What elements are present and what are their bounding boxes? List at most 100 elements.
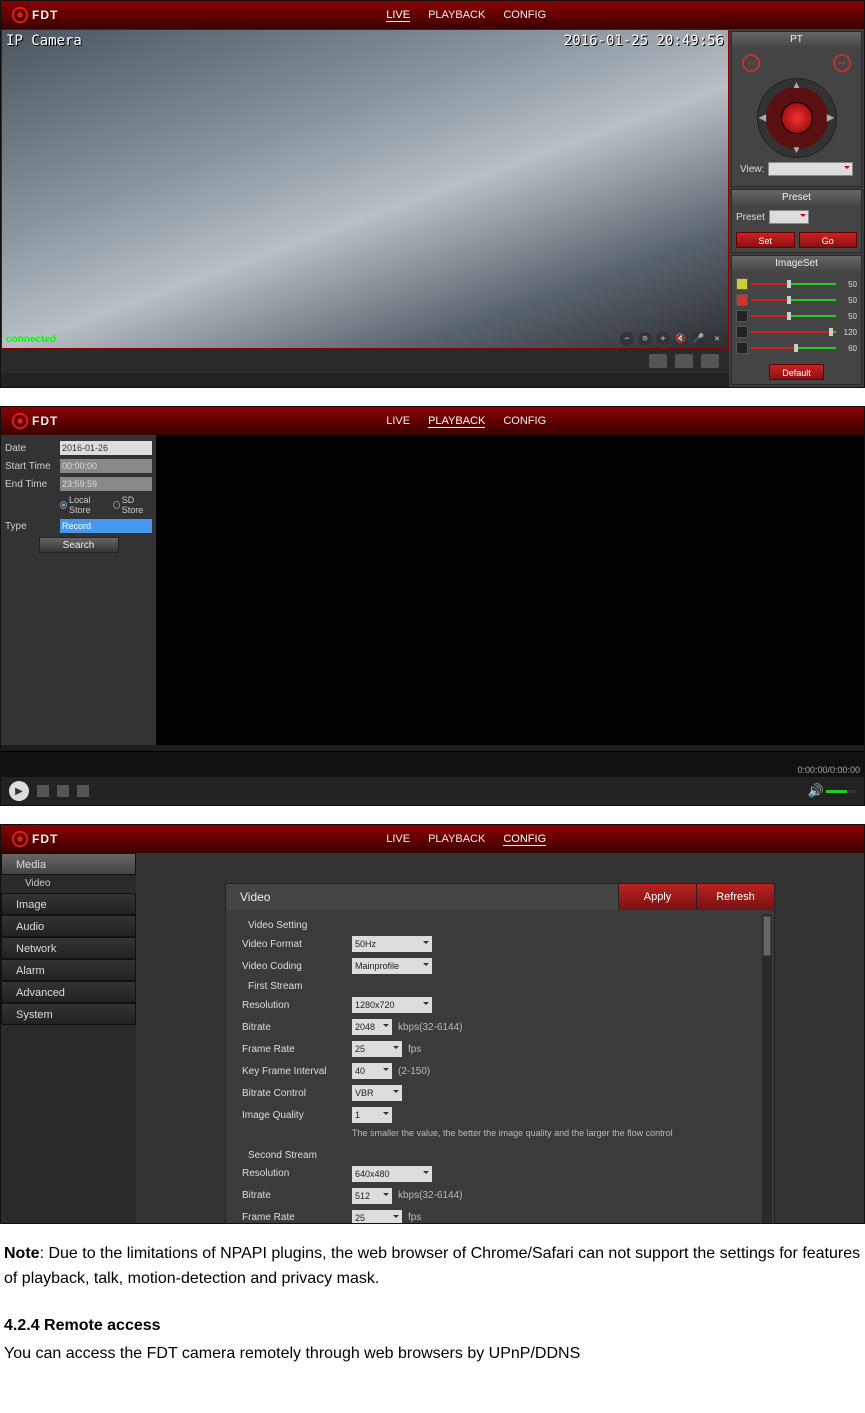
tab-config[interactable]: CONFIG	[503, 833, 546, 846]
bitrate2-input[interactable]: 512	[352, 1188, 392, 1204]
brand-logo: FDT	[1, 830, 68, 848]
keyframe-input[interactable]: 40	[352, 1063, 392, 1079]
pt-right-end-icon[interactable]: ↦	[833, 54, 851, 72]
imageset-default-button[interactable]: Default	[769, 364, 824, 380]
group-first-stream: First Stream	[242, 977, 758, 994]
tab-live[interactable]: LIVE	[386, 9, 410, 22]
tab-live[interactable]: LIVE	[386, 415, 410, 428]
connection-status: connected	[6, 334, 56, 345]
framerate1-select[interactable]: 25	[352, 1041, 402, 1057]
date-input[interactable]: 2016-01-26	[60, 441, 152, 455]
ptz-wheel[interactable]: ▲ ▼ ◀ ▶	[757, 78, 837, 158]
image-slider-1[interactable]: 50	[736, 292, 857, 308]
tab-playback[interactable]: PLAYBACK	[428, 415, 485, 428]
group-second-stream: Second Stream	[242, 1146, 758, 1163]
end-time-input[interactable]: 23:59:59	[60, 477, 152, 491]
ptz-left-icon[interactable]: ◀	[759, 113, 767, 124]
image-slider-0[interactable]: 50	[736, 276, 857, 292]
close-icon[interactable]: ✕	[710, 332, 724, 346]
type-select[interactable]: Record	[60, 519, 152, 533]
bitrate1-input[interactable]: 2048	[352, 1019, 392, 1035]
note-label: Note	[4, 1245, 40, 1262]
bitrate-control-label: Bitrate Control	[242, 1088, 352, 1099]
side-audio[interactable]: Audio	[1, 915, 136, 937]
image-slider-4[interactable]: 60	[736, 340, 857, 356]
start-time-input[interactable]: 00:00:00	[60, 459, 152, 473]
tab-config[interactable]: CONFIG	[503, 9, 546, 22]
resolution1-label: Resolution	[242, 1000, 352, 1011]
pt-left-end-icon[interactable]: ↤	[742, 54, 760, 72]
local-store-radio[interactable]: Local Store	[60, 495, 107, 515]
folder-icon[interactable]	[701, 354, 719, 368]
playback-controls: ▶ 🔊	[1, 777, 864, 805]
ptz-down-icon[interactable]: ▼	[792, 145, 802, 156]
scrollbar[interactable]	[762, 914, 772, 1223]
side-media[interactable]: Media	[1, 853, 136, 875]
side-alarm[interactable]: Alarm	[1, 959, 136, 981]
volume-slider[interactable]	[826, 790, 856, 793]
side-video[interactable]: Video	[1, 875, 136, 893]
tab-config[interactable]: CONFIG	[503, 415, 546, 428]
tab-playback[interactable]: PLAYBACK	[428, 9, 485, 22]
ptz-up-icon[interactable]: ▲	[792, 80, 802, 91]
osd-camera-name: IP Camera	[6, 33, 82, 49]
search-button[interactable]: Search	[39, 537, 119, 553]
playback-timeline[interactable]	[1, 751, 864, 765]
snapshot-icon[interactable]	[649, 354, 667, 368]
bitrate1-suffix: kbps(32-6144)	[398, 1022, 462, 1033]
video-coding-label: Video Coding	[242, 961, 352, 972]
preset-go-button[interactable]: Go	[799, 232, 858, 248]
resolution1-select[interactable]: 1280x720	[352, 997, 432, 1013]
pt-panel: PT ↤ ↦ ▲ ▼ ◀ ▶ View:	[731, 31, 862, 187]
refresh-button[interactable]: Refresh	[696, 884, 774, 910]
side-network[interactable]: Network	[1, 937, 136, 959]
play-icon[interactable]: ▶	[9, 781, 29, 801]
video-controls: − ⊙ + 🔇 🎤 ✕	[620, 332, 724, 346]
screenshot-playback: FDT LIVE PLAYBACK CONFIG Date2016-01-26 …	[0, 406, 865, 806]
side-system[interactable]: System	[1, 1003, 136, 1025]
zoom-in-icon[interactable]: +	[656, 332, 670, 346]
tab-live[interactable]: LIVE	[386, 833, 410, 846]
config-sidebar: Media Video Image Audio Network Alarm Ad…	[1, 853, 136, 1223]
preset-set-button[interactable]: Set	[736, 232, 795, 248]
view-select[interactable]: First Stream	[768, 162, 853, 176]
config-panel-title: Video	[226, 884, 618, 910]
zoom-out-icon[interactable]: −	[620, 332, 634, 346]
mute-icon[interactable]: 🔇	[674, 332, 688, 346]
tab-playback[interactable]: PLAYBACK	[428, 833, 485, 846]
brand-text: FDT	[32, 832, 58, 846]
capture-toolbar	[1, 349, 729, 373]
section-body: You can access the FDT camera remotely t…	[4, 1342, 861, 1367]
volume-icon[interactable]: 🔊	[808, 783, 824, 799]
sd-store-radio[interactable]: SD Store	[113, 495, 152, 515]
ptz-right-icon[interactable]: ▶	[827, 113, 835, 124]
screenshot-live: FDT LIVE PLAYBACK CONFIG IP Camera 2016-…	[0, 0, 865, 388]
video-format-select[interactable]: 50Hz	[352, 936, 432, 952]
framerate2-suffix: fps	[408, 1212, 421, 1223]
resolution2-select[interactable]: 640x480	[352, 1166, 432, 1182]
side-advanced[interactable]: Advanced	[1, 981, 136, 1003]
record-icon[interactable]	[675, 354, 693, 368]
zoom-reset-icon[interactable]: ⊙	[638, 332, 652, 346]
fast-icon[interactable]	[77, 785, 89, 797]
video-coding-select[interactable]: Mainprofile	[352, 958, 432, 974]
slow-icon[interactable]	[57, 785, 69, 797]
image-slider-3[interactable]: 120	[736, 324, 857, 340]
note-body: : Due to the limitations of NPAPI plugin…	[4, 1245, 860, 1287]
stop-icon[interactable]	[37, 785, 49, 797]
side-image[interactable]: Image	[1, 893, 136, 915]
image-quality-label: Image Quality	[242, 1110, 352, 1121]
bitrate-control-select[interactable]: VBR	[352, 1085, 402, 1101]
framerate1-suffix: fps	[408, 1044, 421, 1055]
framerate2-select[interactable]: 25	[352, 1210, 402, 1223]
preset-select[interactable]: 1	[769, 210, 809, 224]
bitrate1-label: Bitrate	[242, 1022, 352, 1033]
playback-sidebar: Date2016-01-26 Start Time00:00:00 End Ti…	[1, 435, 156, 745]
image-slider-2[interactable]: 50	[736, 308, 857, 324]
image-quality-input[interactable]: 1	[352, 1107, 392, 1123]
mic-icon[interactable]: 🎤	[692, 332, 706, 346]
ptz-home-icon[interactable]	[781, 102, 813, 134]
pt-title: PT	[732, 32, 861, 48]
imageset-title: ImageSet	[732, 256, 861, 272]
apply-button[interactable]: Apply	[618, 884, 696, 910]
